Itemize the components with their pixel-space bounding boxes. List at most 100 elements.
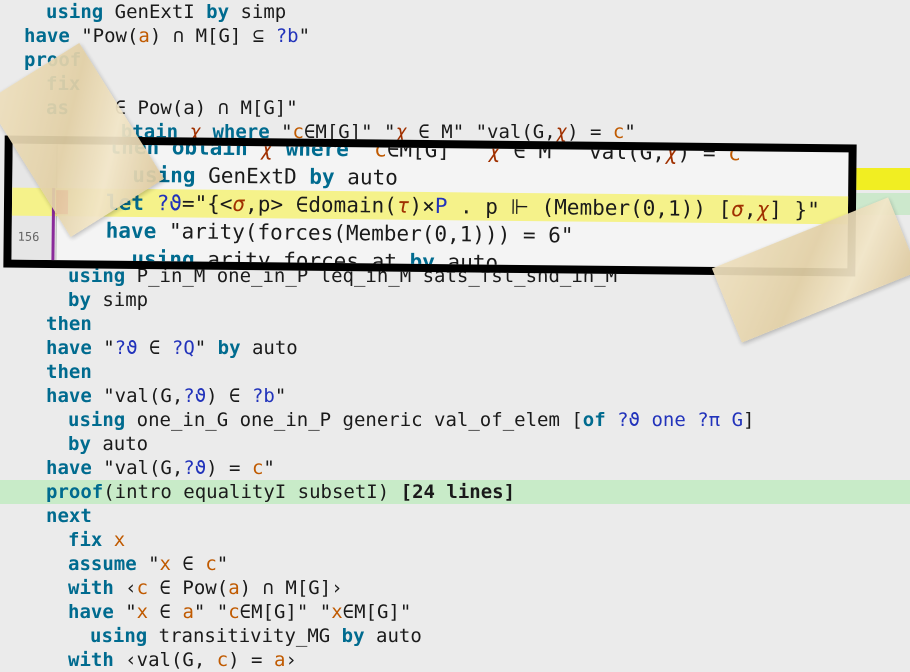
- code-line[interactable]: assume "x ∈ c": [0, 552, 910, 576]
- code-token: by: [68, 433, 91, 455]
- code-token: ) ∩ M[G]›: [239, 577, 343, 599]
- code-line[interactable]: then: [0, 360, 910, 384]
- code-line[interactable]: fix: [0, 72, 910, 96]
- code-token: by: [409, 249, 435, 275]
- code-token: c: [136, 577, 149, 599]
- code-token: ?b: [251, 385, 275, 407]
- code-line-text: have "x ∈ a" "c∈M[G]" "x∈M[G]": [68, 600, 411, 624]
- code-token: ?ϑ: [183, 457, 207, 479]
- code-line[interactable]: as ∈ Pow(a) ∩ M[G]": [0, 96, 910, 120]
- code-line[interactable]: using one_in_G one_in_P generic val_of_e…: [0, 408, 910, 432]
- code-token: proof: [46, 481, 104, 503]
- code-token: χ: [555, 121, 568, 143]
- code-token: auto: [90, 433, 149, 455]
- code-line[interactable]: fix x: [0, 528, 910, 552]
- code-token: by: [68, 289, 91, 311]
- code-token: ) =: [228, 649, 274, 671]
- code-line-text: have "?ϑ ∈ ?Q" by auto: [46, 336, 298, 360]
- code-token: )×: [409, 193, 435, 219]
- code-token: ": [113, 601, 137, 623]
- code-token: c: [612, 121, 625, 143]
- code-line[interactable]: have "x ∈ a" "c∈M[G]" "x∈M[G]": [0, 600, 910, 624]
- code-token: ?π: [697, 409, 721, 431]
- code-line-text: by auto: [68, 432, 148, 456]
- code-token: one_in_G one_in_P generic val_of_elem [: [125, 409, 583, 431]
- code-line-text: assume "x ∈ c": [68, 552, 228, 576]
- code-line[interactable]: using GenExtI by simp: [0, 0, 910, 24]
- code-line-text: using one_in_G one_in_P generic val_of_e…: [68, 408, 754, 432]
- code-line-text: using GenExtI by simp: [46, 0, 286, 24]
- code-token: . p ⊩ (Member(0,1)) [: [447, 194, 732, 222]
- code-token: ": [263, 457, 275, 479]
- code-token: ]: [743, 409, 755, 431]
- code-token: " ": [193, 601, 229, 623]
- code-token: by: [206, 1, 230, 23]
- code-token: a: [138, 25, 150, 47]
- code-token: c: [205, 553, 217, 575]
- code-token: ] }": [769, 197, 820, 223]
- code-token: ) =: [206, 457, 252, 479]
- code-token: P: [434, 194, 448, 219]
- code-line[interactable]: have "?ϑ ∈ ?Q" by auto: [0, 336, 910, 360]
- code-line[interactable]: by auto: [0, 432, 910, 456]
- code-token: ": [274, 385, 287, 407]
- code-token: have: [105, 218, 157, 244]
- code-token: ‹: [113, 577, 137, 599]
- code-token: c: [228, 601, 240, 623]
- code-token: ) ∈: [206, 385, 252, 407]
- code-token: have: [46, 385, 92, 407]
- code-token: ‹val(G,: [113, 649, 217, 671]
- code-token: ": [194, 337, 218, 359]
- code-token: ) ∩ M[G] ⊆: [149, 25, 276, 47]
- code-line[interactable]: have "Pow(a) ∩ M[G] ⊆ ?b": [0, 24, 910, 48]
- code-token: a: [273, 649, 286, 671]
- code-line[interactable]: next: [0, 504, 910, 528]
- code-token: have: [68, 601, 114, 623]
- code-token: auto: [434, 250, 499, 275]
- code-line-text: with ‹c ∈ Pow(a) ∩ M[G]›: [68, 576, 343, 600]
- code-line[interactable]: using transitivity_MG by auto: [0, 624, 910, 648]
- code-token: then: [46, 313, 92, 335]
- code-line-text: then: [46, 360, 92, 384]
- code-token: ?ϑ: [183, 385, 207, 407]
- code-token: next: [46, 505, 92, 527]
- code-token: ?Q: [171, 337, 195, 359]
- code-token: GenExtI: [103, 1, 207, 23]
- code-token: ) =: [677, 140, 729, 166]
- highlight-marker-yellow: [856, 168, 910, 190]
- code-token: ∈M[G]" ": [386, 137, 489, 163]
- zoom-code-text: using GenExtD by auto: [132, 161, 398, 192]
- code-token: "val(G,: [91, 385, 184, 407]
- code-token: x: [113, 529, 126, 551]
- code-line[interactable]: have "val(G,?ϑ) = c": [0, 456, 910, 480]
- code-token: x: [331, 601, 343, 623]
- code-token: ∈M[G]": [342, 601, 412, 623]
- code-token: G: [731, 409, 744, 431]
- code-token: ": [740, 141, 754, 166]
- code-token: ": [216, 553, 229, 575]
- code-token: ∈: [170, 553, 206, 575]
- code-line[interactable]: with ‹c ∈ Pow(a) ∩ M[G]›: [0, 576, 910, 600]
- code-line[interactable]: have "val(G,?ϑ) ∈ ?b": [0, 384, 910, 408]
- code-token: one: [651, 409, 686, 431]
- code-token: ∈: [148, 601, 183, 623]
- code-line-text: fix x: [68, 528, 125, 552]
- code-line[interactable]: with ‹val(G, c) = a›: [0, 648, 910, 672]
- code-line-text: have "val(G,?ϑ) = c": [46, 456, 275, 480]
- code-line[interactable]: proof(intro equalityI subsetI) [24 lines…: [0, 480, 910, 504]
- code-line-text: have "Pow(a) ∩ M[G] ⊆ ?b": [24, 24, 310, 48]
- code-line-text: proof(intro equalityI subsetI) [24 lines…: [46, 480, 515, 504]
- code-token: ": [136, 553, 160, 575]
- code-line[interactable]: proof: [0, 48, 910, 72]
- code-token: simp: [229, 1, 287, 23]
- code-token: using: [46, 1, 104, 23]
- code-token: χ: [664, 140, 678, 165]
- code-token: assume: [68, 553, 137, 575]
- code-token: ": [298, 25, 311, 47]
- code-token: transitivity_MG: [147, 625, 342, 647]
- code-token: auto: [364, 625, 422, 647]
